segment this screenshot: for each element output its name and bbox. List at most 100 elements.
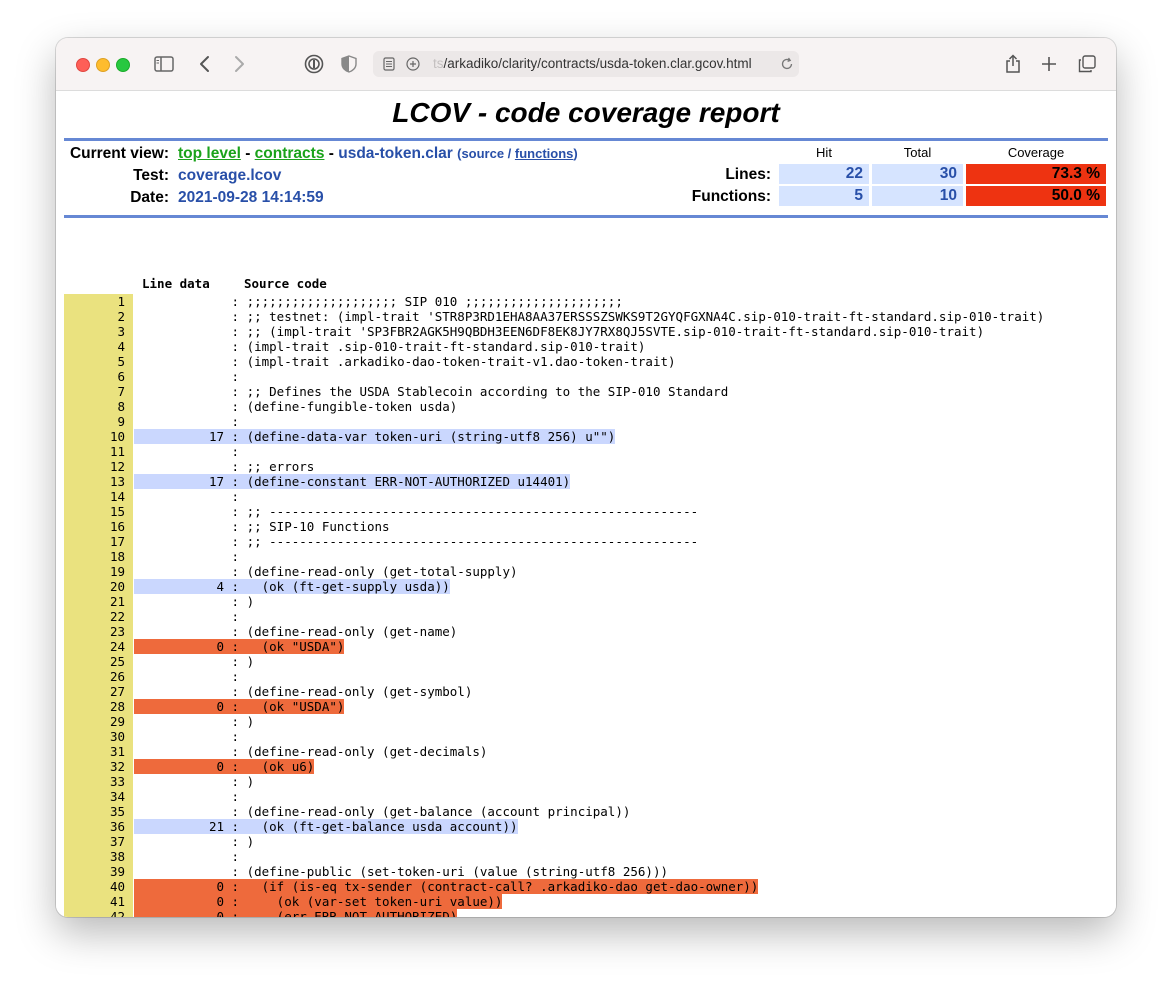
line-number[interactable]: 31 <box>64 744 133 759</box>
url-prefix: ts <box>433 56 444 71</box>
line-number[interactable]: 14 <box>64 489 133 504</box>
breadcrumb-top-level[interactable]: top level <box>178 145 241 162</box>
line-number[interactable]: 25 <box>64 654 133 669</box>
line-number[interactable]: 4 <box>64 339 133 354</box>
sidebar-toggle-icon[interactable] <box>152 52 176 76</box>
line-number[interactable]: 34 <box>64 789 133 804</box>
current-view-label: Current view: <box>69 145 169 162</box>
functions-link[interactable]: functions <box>515 146 574 161</box>
url-text[interactable]: ts/arkadiko/clarity/contracts/usda-token… <box>433 56 752 71</box>
line-number[interactable]: 10 <box>64 429 133 444</box>
line-content: 0 : (ok "USDA") <box>134 639 345 654</box>
lines-hit-value: 22 <box>779 164 869 184</box>
line-number[interactable]: 9 <box>64 414 133 429</box>
source-text: (ok (ft-get-supply usda)) <box>246 579 450 594</box>
line-number[interactable]: 41 <box>64 894 133 909</box>
line-number[interactable]: 24 <box>64 639 133 654</box>
line-number[interactable]: 40 <box>64 879 133 894</box>
lines-coverage-value: 73.3 % <box>966 164 1106 184</box>
line-content: : <box>224 849 247 864</box>
source-text: (ok "USDA") <box>246 639 345 654</box>
line-number[interactable]: 6 <box>64 369 133 384</box>
line-number[interactable]: 21 <box>64 594 133 609</box>
line-number[interactable]: 36 <box>64 819 133 834</box>
line-number[interactable]: 39 <box>64 864 133 879</box>
source-text: (impl-trait .sip-010-trait-ft-standard.s… <box>246 339 646 354</box>
hit-count: 0 <box>216 639 224 654</box>
source-text: ) <box>246 594 255 609</box>
new-tab-icon[interactable] <box>1037 52 1061 76</box>
privacy-shield-icon[interactable] <box>337 52 361 76</box>
line-number[interactable]: 29 <box>64 714 133 729</box>
line-number[interactable]: 32 <box>64 759 133 774</box>
breadcrumb-separator: - <box>240 145 255 162</box>
breadcrumb-current-file: usda-token.clar <box>338 145 453 162</box>
site-info-icon[interactable] <box>401 52 425 76</box>
breadcrumb-contracts[interactable]: contracts <box>255 145 325 162</box>
functions-total-value: 10 <box>872 186 963 206</box>
line-content: : (impl-trait .arkadiko-dao-token-trait-… <box>224 354 676 369</box>
line-number[interactable]: 27 <box>64 684 133 699</box>
functions-hit-value: 5 <box>779 186 869 206</box>
source-text: (ok (ft-get-balance usda account)) <box>246 819 518 834</box>
source-text: ;; -------------------------------------… <box>246 534 699 549</box>
hit-count: 21 <box>208 819 224 834</box>
line-number[interactable]: 42 <box>64 909 133 917</box>
line-content: : <box>224 729 247 744</box>
line-content: : <box>224 489 247 504</box>
line-number[interactable]: 1 <box>64 294 133 309</box>
source-code-header: Source code <box>244 276 327 291</box>
reload-icon[interactable] <box>775 52 799 76</box>
password-manager-icon[interactable] <box>302 52 326 76</box>
minimize-window-button[interactable] <box>96 58 110 72</box>
line-content: : ;; testnet: (impl-trait 'STR8P3RD1EHA8… <box>224 309 1045 324</box>
line-content: : ) <box>224 714 255 729</box>
line-number[interactable]: 35 <box>64 804 133 819</box>
line-number[interactable]: 11 <box>64 444 133 459</box>
line-number[interactable]: 7 <box>64 384 133 399</box>
tab-overview-icon[interactable] <box>1075 52 1099 76</box>
share-icon[interactable] <box>1001 52 1025 76</box>
line-number[interactable]: 22 <box>64 609 133 624</box>
line-number[interactable]: 15 <box>64 504 133 519</box>
line-content: 0 : (ok u6) <box>134 759 315 774</box>
source-text: ) <box>246 834 255 849</box>
col-coverage-header: Coverage <box>1007 145 1065 160</box>
line-number[interactable]: 30 <box>64 729 133 744</box>
hit-count: 0 <box>216 909 224 917</box>
line-number[interactable]: 23 <box>64 624 133 639</box>
url-path: /arkadiko/clarity/contracts/usda-token.c… <box>443 56 752 71</box>
line-number[interactable]: 19 <box>64 564 133 579</box>
line-number[interactable]: 2 <box>64 309 133 324</box>
reader-mode-icon[interactable] <box>377 52 401 76</box>
line-number[interactable]: 38 <box>64 849 133 864</box>
hit-count: 4 <box>216 579 224 594</box>
line-number[interactable]: 13 <box>64 474 133 489</box>
line-number[interactable]: 3 <box>64 324 133 339</box>
source-text: ;;;;;;;;;;;;;;;;;;;; SIP 010 ;;;;;;;;;;;… <box>246 294 623 309</box>
line-number[interactable]: 26 <box>64 669 133 684</box>
line-number[interactable]: 12 <box>64 459 133 474</box>
forward-icon[interactable] <box>227 52 251 76</box>
line-number[interactable]: 20 <box>64 579 133 594</box>
line-number[interactable]: 17 <box>64 534 133 549</box>
line-number[interactable]: 8 <box>64 399 133 414</box>
back-icon[interactable] <box>193 52 217 76</box>
line-content: : <box>224 444 247 459</box>
breadcrumb: top level - contracts - usda-token.clar … <box>178 145 578 163</box>
line-number[interactable]: 16 <box>64 519 133 534</box>
top-divider <box>64 138 1108 141</box>
source-text: ) <box>246 654 255 669</box>
line-number[interactable]: 5 <box>64 354 133 369</box>
line-number[interactable]: 33 <box>64 774 133 789</box>
hit-count: 0 <box>216 879 224 894</box>
source-text: ) <box>246 714 255 729</box>
address-bar[interactable]: ts/arkadiko/clarity/contracts/usda-token… <box>373 51 799 77</box>
zoom-window-button[interactable] <box>116 58 130 72</box>
line-number[interactable]: 37 <box>64 834 133 849</box>
source-text: (define-constant ERR-NOT-AUTHORIZED u144… <box>246 474 571 489</box>
line-number[interactable]: 18 <box>64 549 133 564</box>
line-content: : ;; errors <box>224 459 315 474</box>
close-window-button[interactable] <box>76 58 90 72</box>
line-number[interactable]: 28 <box>64 699 133 714</box>
